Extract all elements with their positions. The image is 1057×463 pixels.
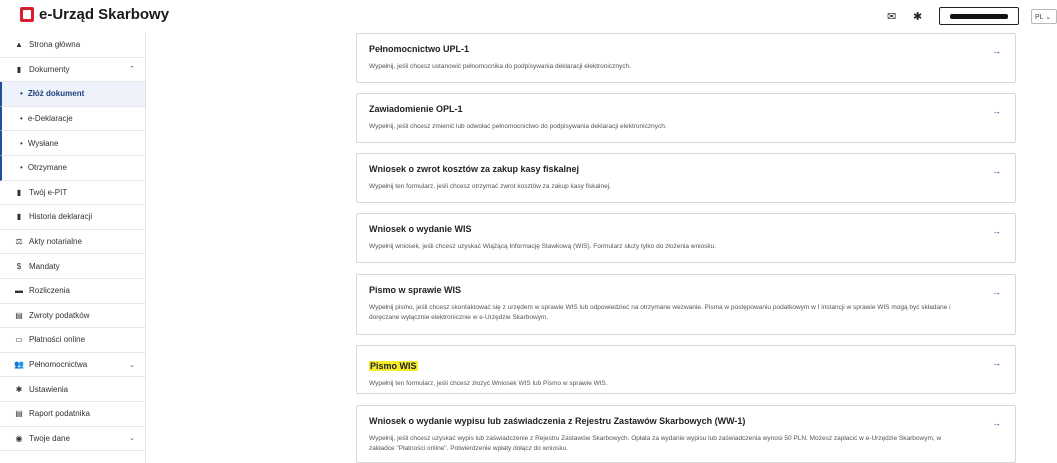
arrow-right-icon[interactable]: → (992, 287, 1001, 297)
sidebar-item[interactable]: ▮ Dokumenty ⌃ (0, 58, 145, 83)
emblem-icon (20, 7, 34, 22)
sidebar-item-label: Płatności online (29, 335, 86, 345)
arrow-right-icon[interactable]: → (992, 166, 1001, 176)
document-card[interactable]: Pismo WIS Wypełnij ten formularz, jeśli c… (356, 345, 1016, 394)
sidebar-item-label: Raport podatnika (29, 409, 90, 419)
sidebar-item[interactable]: ▤ Zwroty podatków (0, 304, 145, 329)
card-title: Pismo w sprawie WIS (369, 285, 462, 295)
sidebar-item-label: e-Deklaracje (27, 114, 73, 124)
card-title: Pismo WIS (369, 361, 418, 371)
sidebar-item-label: Dokumenty (29, 64, 70, 74)
sidebar-item-label: Otrzymane (27, 163, 67, 173)
sidebar-item-label: Wysłane (27, 138, 59, 148)
card-description: Wypełnij, jeśli chcesz ustanowić pełnomo… (369, 63, 631, 70)
sidebar-item-label: Akty notarialne (29, 237, 82, 247)
main-content: Pełnomocnictwo UPL-1 Wypełnij, jeśli chce… (146, 33, 1057, 463)
nav-icon: ✱ (15, 384, 23, 394)
sidebar-item-label: Mandaty (29, 261, 60, 271)
bullet-icon: • (20, 89, 23, 99)
nav-icon: ⚖ (15, 237, 23, 247)
sidebar-item[interactable]: ⚖ Akty notarialne (0, 230, 145, 255)
card-title: Zawiadomienie OPL-1 (369, 104, 463, 114)
card-title: Pełnomocnictwo UPL-1 (369, 44, 470, 54)
card-description: Wypełnij wniosek, jeśli chcesz uzyskać W… (369, 243, 717, 250)
bullet-icon: • (20, 138, 23, 148)
sidebar-item[interactable]: • Złóż dokument (0, 82, 145, 107)
nav-icon: ▤ (15, 310, 23, 320)
sidebar-item-label: Rozliczenia (29, 286, 70, 296)
sidebar-item[interactable]: 👥 Pełnomocnictwa ⌄ (0, 353, 145, 378)
chevron-icon[interactable]: ⌄ (129, 361, 135, 369)
sidebar-item[interactable]: ◉ Twoje dane ⌄ (0, 427, 145, 452)
sidebar-item-label: Historia deklaracji (29, 212, 93, 222)
card-description: Wypełnij pismo, jeśli chcesz skontaktowa… (369, 304, 951, 321)
document-card[interactable]: Pełnomocnictwo UPL-1 Wypełnij, jeśli chce… (356, 33, 1016, 83)
chevron-icon[interactable]: ⌄ (129, 434, 135, 442)
nav-icon: ▭ (15, 335, 23, 345)
card-description: Wypełnij, jeśli chcesz zmienić lub odwoł… (369, 123, 667, 130)
arrow-right-icon[interactable]: → (992, 106, 1001, 116)
card-title: Wniosek o wydanie wypisu lub zaświadczen… (369, 416, 746, 426)
arrow-right-icon[interactable]: → (992, 358, 1001, 368)
sidebar-item[interactable]: ▤ Raport podatnika (0, 402, 145, 427)
document-card[interactable]: Wniosek o wydanie WIS Wypełnij wniosek, j… (356, 213, 1016, 263)
logo[interactable]: e-Urząd Skarbowy (20, 6, 169, 23)
nav-icon: 👥 (14, 360, 24, 370)
nav-icon: $ (16, 261, 22, 271)
nav-icon: ▮ (16, 187, 22, 197)
user-menu-button[interactable] (939, 7, 1019, 25)
card-description: Wypełnij ten formularz, jeśli chcesz otr… (369, 183, 611, 190)
nav-icon: ▮ (16, 212, 22, 222)
sidebar-item-label: Ustawienia (29, 384, 69, 394)
sidebar-item-label: Twoje dane (29, 433, 70, 443)
arrow-right-icon[interactable]: → (992, 418, 1001, 428)
nav-icon: ▬ (15, 286, 23, 296)
sidebar-item[interactable]: • e-Deklaracje (0, 106, 145, 132)
arrow-right-icon[interactable]: → (992, 226, 1001, 236)
gear-icon[interactable]: ✱ (913, 10, 922, 23)
document-card[interactable]: Pismo w sprawie WIS Wypełnij pismo, jeśli… (356, 274, 1016, 335)
card-description: Wypełnij ten formularz, jeśli chcesz zło… (369, 380, 608, 387)
sidebar-item[interactable]: • Otrzymane (0, 155, 145, 181)
sidebar-item[interactable]: ✱ Ustawienia (0, 377, 145, 402)
top-bar: e-Urząd Skarbowy ✉ ✱ PL ⌄ (0, 0, 1057, 33)
language-select[interactable]: PL ⌄ (1031, 9, 1057, 24)
bullet-icon: • (20, 163, 23, 173)
sidebar-item[interactable]: ▬ Rozliczenia (0, 279, 145, 304)
logo-text: e-Urząd Skarbowy (39, 6, 170, 23)
card-title: Wniosek o wydanie WIS (369, 224, 472, 234)
document-card[interactable]: Wniosek o zwrot kosztów za zakup kasy fi… (356, 153, 1016, 203)
sidebar-item-label: Złóż dokument (27, 89, 85, 99)
card-title: Wniosek o zwrot kosztów za zakup kasy fi… (369, 164, 580, 174)
sidebar-item[interactable]: $ Mandaty (0, 254, 145, 279)
sidebar-item-label: Twój e-PIT (29, 187, 68, 197)
nav-icon: ▲ (15, 40, 23, 50)
sidebar-item[interactable]: ▲ Strona główna (0, 33, 145, 58)
document-card[interactable]: Wniosek o wydanie wypisu lub zaświadczen… (356, 405, 1016, 463)
sidebar-item-label: Strona główna (29, 40, 81, 50)
mail-icon[interactable]: ✉ (887, 10, 896, 23)
chevron-icon[interactable]: ⌃ (129, 65, 135, 73)
sidebar-item[interactable]: • Wysłane (0, 131, 145, 156)
nav-icon: ▮ (16, 64, 22, 74)
redacted-username (950, 13, 1008, 19)
sidebar-item-label: Pełnomocnictwa (29, 360, 88, 370)
card-description: Wypełnij, jeśli chcesz uzyskać wypis lub… (369, 435, 942, 452)
sidebar: ▲ Strona główna ▮ Dokumenty ⌃ • Złóż dokument •… (0, 33, 146, 463)
nav-icon: ▤ (15, 409, 23, 419)
arrow-right-icon[interactable]: → (992, 46, 1001, 56)
bullet-icon: • (20, 114, 23, 124)
sidebar-item[interactable]: ▮ Historia deklaracji (0, 205, 145, 230)
sidebar-item[interactable]: ▭ Płatności online (0, 328, 145, 353)
document-card[interactable]: Zawiadomienie OPL-1 Wypełnij, jeśli chces… (356, 93, 1016, 143)
sidebar-item-label: Zwroty podatków (29, 310, 90, 320)
nav-icon: ◉ (15, 433, 23, 443)
sidebar-item[interactable]: ▮ Twój e-PIT (0, 181, 145, 206)
